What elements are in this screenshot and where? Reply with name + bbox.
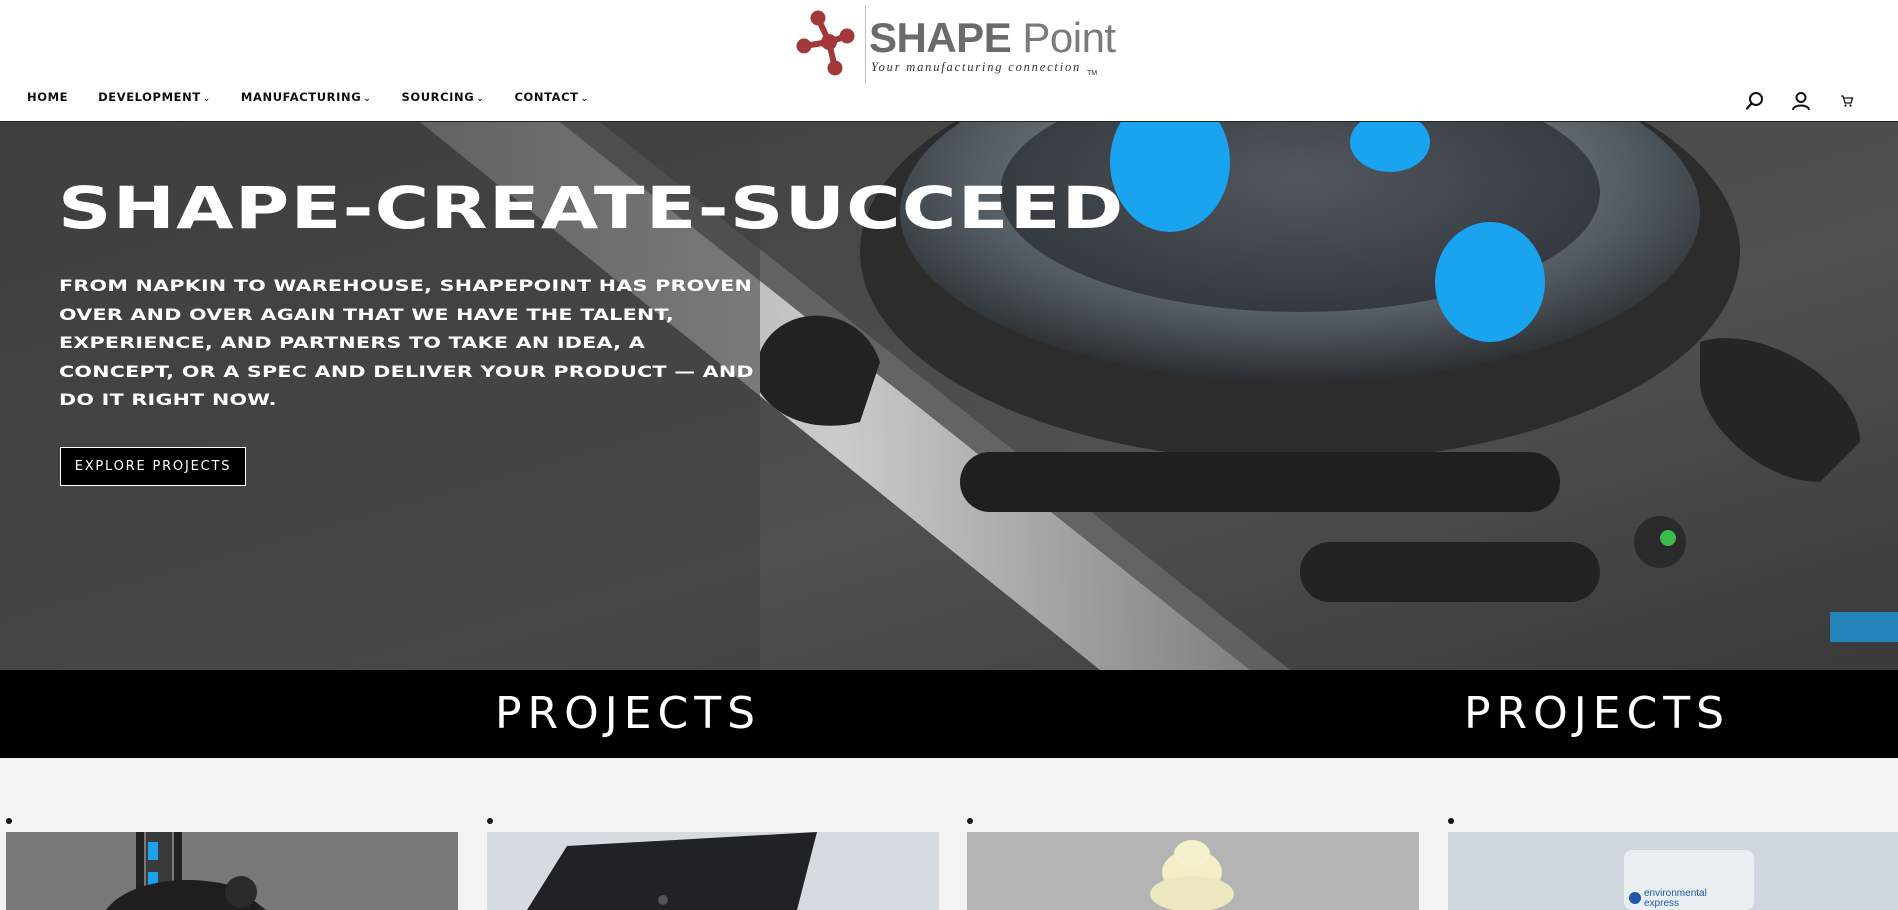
project-card-2[interactable] — [487, 832, 939, 910]
explore-projects-button[interactable]: EXPLORE PROJECTS — [60, 447, 246, 486]
logo-tagline: Your manufacturing connection — [871, 60, 1082, 74]
project-image — [487, 832, 939, 910]
nav-item-manufacturing[interactable]: MANUFACTURING ⌄ — [241, 90, 372, 104]
project-card-1[interactable] — [6, 832, 458, 910]
project-card-4[interactable]: environmental express — [1448, 832, 1898, 910]
cart-button[interactable] — [1836, 90, 1858, 112]
list-bullet — [6, 818, 12, 824]
logo-mark-icon — [796, 10, 855, 76]
logo-wordmark: SHAPE Point — [869, 16, 1116, 60]
list-bullet — [967, 818, 973, 824]
search-icon — [1745, 92, 1763, 110]
list-bullet — [487, 818, 493, 824]
nav-item-label: HOME — [27, 90, 69, 104]
chevron-down-icon: ⌄ — [202, 94, 211, 104]
cart-icon — [1841, 95, 1854, 107]
logo-divider — [865, 6, 866, 84]
project-image — [6, 832, 458, 910]
nav-item-home[interactable]: HOME — [27, 90, 68, 104]
nav-item-label: MANUFACTURING — [240, 90, 362, 104]
account-icon — [1792, 92, 1810, 111]
marquee-text: PROJECTS — [495, 688, 762, 739]
hero-title: SHAPE-CREATE-SUCCEED — [58, 174, 1125, 242]
site-header: SHAPE Point Your manufacturing connectio… — [0, 0, 1898, 122]
product-brand-label: environmental express — [1644, 888, 1707, 909]
projects-marquee: PROJECTS PROJECTS — [0, 670, 1898, 758]
chevron-down-icon: ⌄ — [363, 94, 372, 104]
nav-item-label: SOURCING — [401, 90, 475, 104]
marquee-text: PROJECTS — [1464, 688, 1731, 739]
nav-item-development[interactable]: DEVELOPMENT ⌄ — [98, 90, 211, 104]
logo-trademark: TM — [1087, 70, 1098, 77]
hero-section: SHAPE-CREATE-SUCCEED FROM NAPKIN TO WARE… — [0, 122, 1898, 670]
chevron-down-icon: ⌄ — [476, 94, 485, 104]
main-nav: HOME DEVELOPMENT ⌄ MANUFACTURING ⌄ SOURCIN… — [27, 90, 619, 104]
nav-item-contact[interactable]: CONTACT ⌄ — [514, 90, 588, 104]
header-utilities — [1744, 90, 1858, 112]
list-bullet — [1448, 818, 1454, 824]
nav-item-label: CONTACT — [514, 90, 579, 104]
hero-description: FROM NAPKIN TO WAREHOUSE, SHAPEPOINT HAS… — [59, 276, 754, 409]
search-button[interactable] — [1744, 90, 1766, 112]
logo-name-bold: SHAPE — [869, 14, 1012, 61]
shapepoint-logo[interactable]: SHAPE Point Your manufacturing connectio… — [795, 6, 1116, 84]
logo-name-light: Point — [1011, 14, 1116, 61]
project-card-3[interactable] — [967, 832, 1419, 910]
account-button[interactable] — [1790, 90, 1812, 112]
nav-item-sourcing[interactable]: SOURCING ⌄ — [401, 90, 484, 104]
chevron-down-icon: ⌄ — [580, 94, 589, 104]
nav-item-label: DEVELOPMENT — [98, 90, 201, 104]
project-image — [967, 832, 1419, 910]
